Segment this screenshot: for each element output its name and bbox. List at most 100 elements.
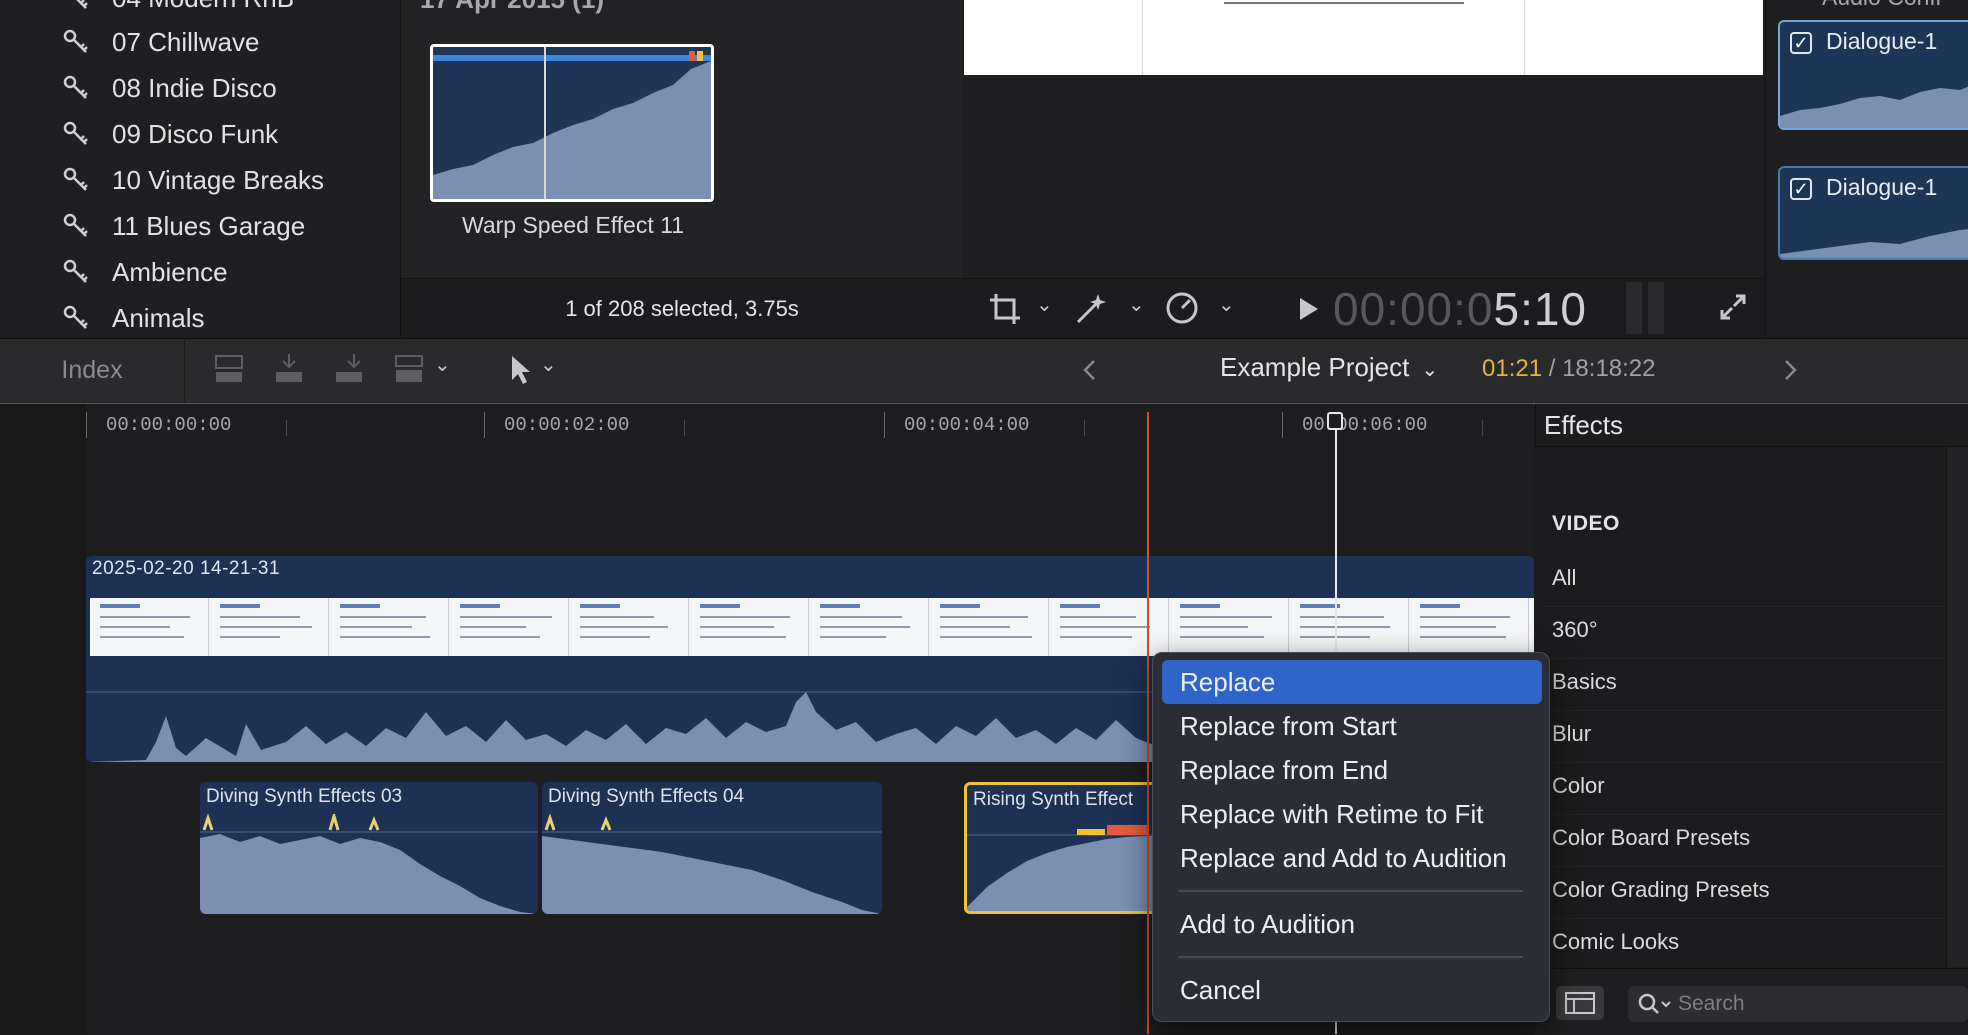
effects-category[interactable]: Blur (1552, 721, 1591, 747)
video-frame (1290, 598, 1409, 656)
key-icon (63, 29, 88, 53)
effects-title: Effects (1544, 410, 1624, 440)
audio-role-card[interactable]: ✓ Dialogue-1 (1778, 20, 1968, 130)
project-name[interactable]: Example Project ⌄ (1220, 352, 1438, 383)
chevron-right-icon[interactable] (1780, 358, 1800, 382)
fullscreen-icon[interactable] (1718, 292, 1748, 322)
search-icon (1638, 993, 1671, 1014)
index-button[interactable]: Index (0, 338, 185, 402)
effects-section-heading: VIDEO (1552, 512, 1620, 535)
overwrite-clip-icon[interactable] (392, 352, 426, 386)
library-item-label: 10 Vintage Breaks (112, 164, 324, 195)
effects-view-toggle-button[interactable] (1556, 986, 1604, 1020)
playhead[interactable] (1147, 412, 1149, 1034)
library-item[interactable]: 10 Vintage Breaks (62, 160, 324, 200)
checkbox-icon[interactable]: ✓ (1790, 32, 1812, 54)
menu-separator (1178, 956, 1523, 958)
chevron-down-icon[interactable]: ⌄ (1036, 292, 1053, 317)
browser-group-header[interactable]: 17 Apr 2015 (1) (420, 0, 604, 15)
effects-category[interactable]: Basics (1552, 669, 1617, 695)
chevron-down-icon[interactable]: ⌄ (434, 352, 451, 377)
library-item[interactable]: 09 Disco Funk (62, 114, 278, 154)
ruler-tick (1482, 420, 1483, 436)
menu-item-replace-with-retime[interactable]: Replace with Retime to Fit (1162, 792, 1542, 836)
key-icon (63, 121, 88, 145)
audio-clip[interactable]: Diving Synth Effects 04 (542, 782, 882, 914)
video-frame (450, 598, 569, 656)
video-frame (330, 598, 449, 656)
library-item-label: Ambience (112, 256, 228, 287)
magic-wand-icon[interactable] (1074, 290, 1110, 326)
chevron-down-icon[interactable]: ⌄ (1128, 292, 1145, 317)
effects-category[interactable]: Comic Looks (1552, 929, 1679, 955)
connect-clip-icon[interactable] (212, 352, 246, 386)
audio-clip-name: Diving Synth Effects 03 (206, 786, 403, 807)
divider (1544, 762, 1944, 763)
chevron-down-icon[interactable]: ⌄ (540, 352, 557, 377)
library-item[interactable]: 04 Modern RnB (62, 0, 294, 18)
ruler-tick (1282, 412, 1283, 438)
clip-thumbnail[interactable] (430, 44, 714, 202)
clip-name: Warp Speed Effect 11 (461, 212, 685, 238)
effects-category[interactable]: Color Grading Presets (1552, 877, 1770, 903)
ruler-label: 00:00:06:00 (1302, 414, 1428, 436)
video-frame (210, 598, 329, 656)
library-item[interactable]: 08 Indie Disco (62, 68, 277, 108)
key-icon (63, 213, 88, 237)
audio-clip[interactable]: Diving Synth Effects 03 (200, 782, 538, 914)
menu-item-replace-from-end[interactable]: Replace from End (1162, 748, 1542, 792)
timecode-dim: 00:00:0 (1333, 283, 1494, 335)
audio-panel-title: Audio Confi (1822, 0, 1941, 11)
effects-category[interactable]: Color (1552, 773, 1605, 799)
chevron-left-icon[interactable] (1080, 358, 1100, 382)
ruler-label: 00:00:04:00 (904, 414, 1030, 436)
effects-category[interactable]: All (1552, 565, 1576, 591)
arrow-tool-icon[interactable] (504, 352, 538, 386)
menu-item-cancel[interactable]: Cancel (1162, 968, 1542, 1012)
library-item[interactable]: 11 Blues Garage (62, 206, 305, 246)
library-item[interactable]: Animals (62, 298, 204, 338)
key-icon (63, 75, 88, 99)
time-separator: / (1542, 355, 1563, 382)
speed-icon[interactable] (1164, 290, 1200, 326)
append-clip-icon[interactable] (332, 352, 366, 386)
main-clip-title: 2025-02-20 14-21-31 (92, 558, 281, 579)
menu-separator (1178, 890, 1523, 892)
video-frame (930, 598, 1049, 656)
library-item[interactable]: Ambience (62, 252, 228, 292)
key-icon (63, 259, 88, 283)
menu-item-add-to-audition[interactable]: Add to Audition (1162, 902, 1542, 946)
library-item-label: 11 Blues Garage (112, 210, 306, 241)
audio-role-card[interactable]: ✓ Dialogue-1 (1778, 166, 1968, 260)
timeline-gutter (0, 404, 86, 1034)
waveform-graphic (200, 814, 538, 914)
play-icon[interactable] (1298, 296, 1320, 322)
menu-item-replace-and-add-to-audition[interactable]: Replace and Add to Audition (1162, 836, 1542, 880)
audio-role-label: Dialogue-1 (1826, 174, 1938, 200)
ruler-tick (884, 412, 885, 438)
timecode-lit: 5:10 (1493, 283, 1588, 335)
ruler-label: 00:00:02:00 (504, 414, 630, 436)
chevron-down-icon[interactable]: ⌄ (1218, 292, 1235, 317)
insert-clip-icon[interactable] (272, 352, 306, 386)
library-sidebar: 04 Modern RnB 07 Chillwave 08 Indie Disc… (0, 0, 401, 338)
effects-preview-column (1946, 447, 1968, 967)
audio-clip[interactable]: Rising Synth Effect (964, 782, 1164, 914)
viewer-timecode[interactable]: 00:00:05:10 (1333, 282, 1587, 336)
effects-category[interactable]: 360° (1552, 617, 1598, 643)
divider (1544, 658, 1944, 659)
checkbox-icon[interactable]: ✓ (1790, 178, 1812, 200)
menu-item-replace[interactable]: Replace (1162, 660, 1542, 704)
sidebar-toggle-icon (1565, 992, 1595, 1014)
skimmer-handle[interactable] (1327, 412, 1343, 430)
divider (1544, 866, 1944, 867)
menu-item-replace-from-start[interactable]: Replace from Start (1162, 704, 1542, 748)
crop-icon[interactable] (988, 292, 1022, 326)
ruler-tick (86, 412, 87, 438)
effects-category[interactable]: Color Board Presets (1552, 825, 1750, 851)
level-meter (1626, 282, 1642, 334)
divider (1544, 918, 1944, 919)
library-item[interactable]: 07 Chillwave (62, 22, 259, 62)
project-duration: 01:21 / 18:18:22 (1482, 355, 1656, 383)
library-item-label: 07 Chillwave (112, 26, 260, 57)
